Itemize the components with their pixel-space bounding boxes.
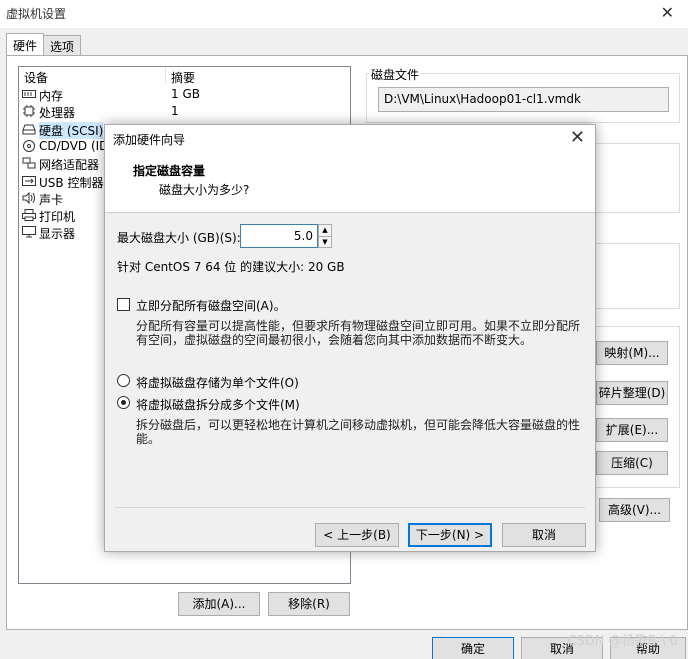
- map-button[interactable]: 映射(M)...: [596, 341, 668, 365]
- allocate-desc-line-1: 分配所有容量可以提高性能，但要求所有物理磁盘空间立即可用。如果不立即分配所: [136, 319, 581, 333]
- device-row-memory[interactable]: 内存 1 GB: [19, 86, 350, 103]
- recommended-size-text: 针对 CentOS 7 64 位 的建议大小: 20 GB: [117, 260, 345, 274]
- single-file-label[interactable]: 将虚拟磁盘存储为单个文件(O): [136, 374, 299, 391]
- settings-tabs: 硬件 选项: [6, 33, 82, 55]
- device-name: 内存: [39, 89, 64, 103]
- disk-file-path: D:\VM\Linux\Hadoop01-cl1.vmdk: [378, 87, 669, 112]
- usb-icon: [22, 176, 36, 186]
- device-summary: 1 GB: [171, 87, 200, 101]
- watermark-text: CSDN @杨歌B-\ 0: [567, 634, 678, 649]
- wizard-footer-divider: [115, 507, 585, 508]
- split-desc-line-2: 能。: [136, 432, 161, 446]
- ok-button[interactable]: 确定: [432, 637, 514, 659]
- window-titlebar: 虚拟机设置 ✕: [0, 0, 688, 28]
- wizard-titlebar: 添加硬件向导 ✕: [105, 125, 595, 153]
- wizard-title: 添加硬件向导: [113, 133, 186, 147]
- wizard-cancel-button[interactable]: 取消: [502, 523, 586, 547]
- window-title: 虚拟机设置: [6, 7, 67, 21]
- cpu-icon: [23, 105, 35, 117]
- device-row-cpu[interactable]: 处理器 1: [19, 103, 350, 120]
- wizard-heading: 指定磁盘容量: [133, 164, 206, 178]
- wizard-back-button[interactable]: < 上一步(B): [315, 523, 399, 547]
- tab-hardware[interactable]: 硬件: [6, 33, 45, 55]
- add-hardware-button[interactable]: 添加(A)...: [178, 592, 260, 616]
- sound-icon: [22, 192, 35, 204]
- device-name: 网络适配器: [39, 158, 100, 172]
- device-name: 处理器: [39, 106, 76, 120]
- single-file-radio[interactable]: [117, 374, 130, 387]
- split-file-radio[interactable]: [117, 396, 130, 409]
- remove-hardware-button[interactable]: 移除(R): [268, 592, 350, 616]
- window-close-icon[interactable]: ✕: [661, 3, 674, 22]
- defrag-button[interactable]: 碎片整理(D): [596, 381, 668, 405]
- device-name: 声卡: [39, 193, 64, 207]
- max-size-input[interactable]: 5.0: [240, 224, 318, 248]
- stepper-down-icon[interactable]: ▼: [319, 236, 331, 247]
- device-name: 硬盘 (SCSI): [39, 122, 104, 139]
- harddisk-icon: [22, 124, 36, 135]
- device-list-header: 设备 摘要: [19, 67, 350, 86]
- split-desc-line-1: 拆分磁盘后，可以更轻松地在计算机之间移动虚拟机，但可能会降低大容量磁盘的性: [136, 418, 581, 432]
- memory-icon: [22, 90, 36, 98]
- col-device-header[interactable]: 设备: [24, 69, 48, 86]
- device-name: 打印机: [39, 210, 76, 224]
- allocate-now-checkbox[interactable]: [117, 298, 130, 311]
- add-hardware-wizard: 添加硬件向导 ✕ 指定磁盘容量 磁盘大小为多少? 最大磁盘大小 (GB)(S):…: [104, 124, 596, 552]
- cd-icon: [23, 140, 35, 152]
- max-size-label: 最大磁盘大小 (GB)(S):: [117, 231, 241, 245]
- max-size-stepper[interactable]: ▲ ▼: [318, 224, 332, 248]
- printer-icon: [22, 209, 36, 221]
- stepper-up-icon[interactable]: ▲: [319, 225, 331, 236]
- wizard-subheading: 磁盘大小为多少?: [159, 183, 250, 197]
- monitor-icon: [22, 226, 36, 238]
- network-icon: [22, 157, 36, 169]
- device-name: USB 控制器: [39, 176, 104, 190]
- wizard-next-button[interactable]: 下一步(N) >: [408, 523, 492, 547]
- tab-options[interactable]: 选项: [43, 35, 82, 55]
- split-file-label[interactable]: 将虚拟磁盘拆分成多个文件(M): [136, 396, 300, 413]
- device-name: 显示器: [39, 227, 76, 241]
- wizard-close-icon[interactable]: ✕: [570, 127, 585, 148]
- advanced-button[interactable]: 高级(V)...: [599, 498, 670, 522]
- expand-button[interactable]: 扩展(E)...: [596, 418, 668, 442]
- allocate-now-label[interactable]: 立即分配所有磁盘空间(A)。: [136, 297, 286, 314]
- disk-file-group-label: 磁盘文件: [369, 66, 422, 83]
- wizard-header: 指定磁盘容量 磁盘大小为多少?: [105, 153, 595, 213]
- allocate-desc-line-2: 有空间，虚拟磁盘的空间最初很小，会随着您向其中添加数据而不断变大。: [136, 333, 533, 347]
- compact-button[interactable]: 压缩(C): [596, 451, 668, 475]
- device-summary: 1: [171, 104, 179, 118]
- col-summary-header[interactable]: 摘要: [171, 69, 195, 86]
